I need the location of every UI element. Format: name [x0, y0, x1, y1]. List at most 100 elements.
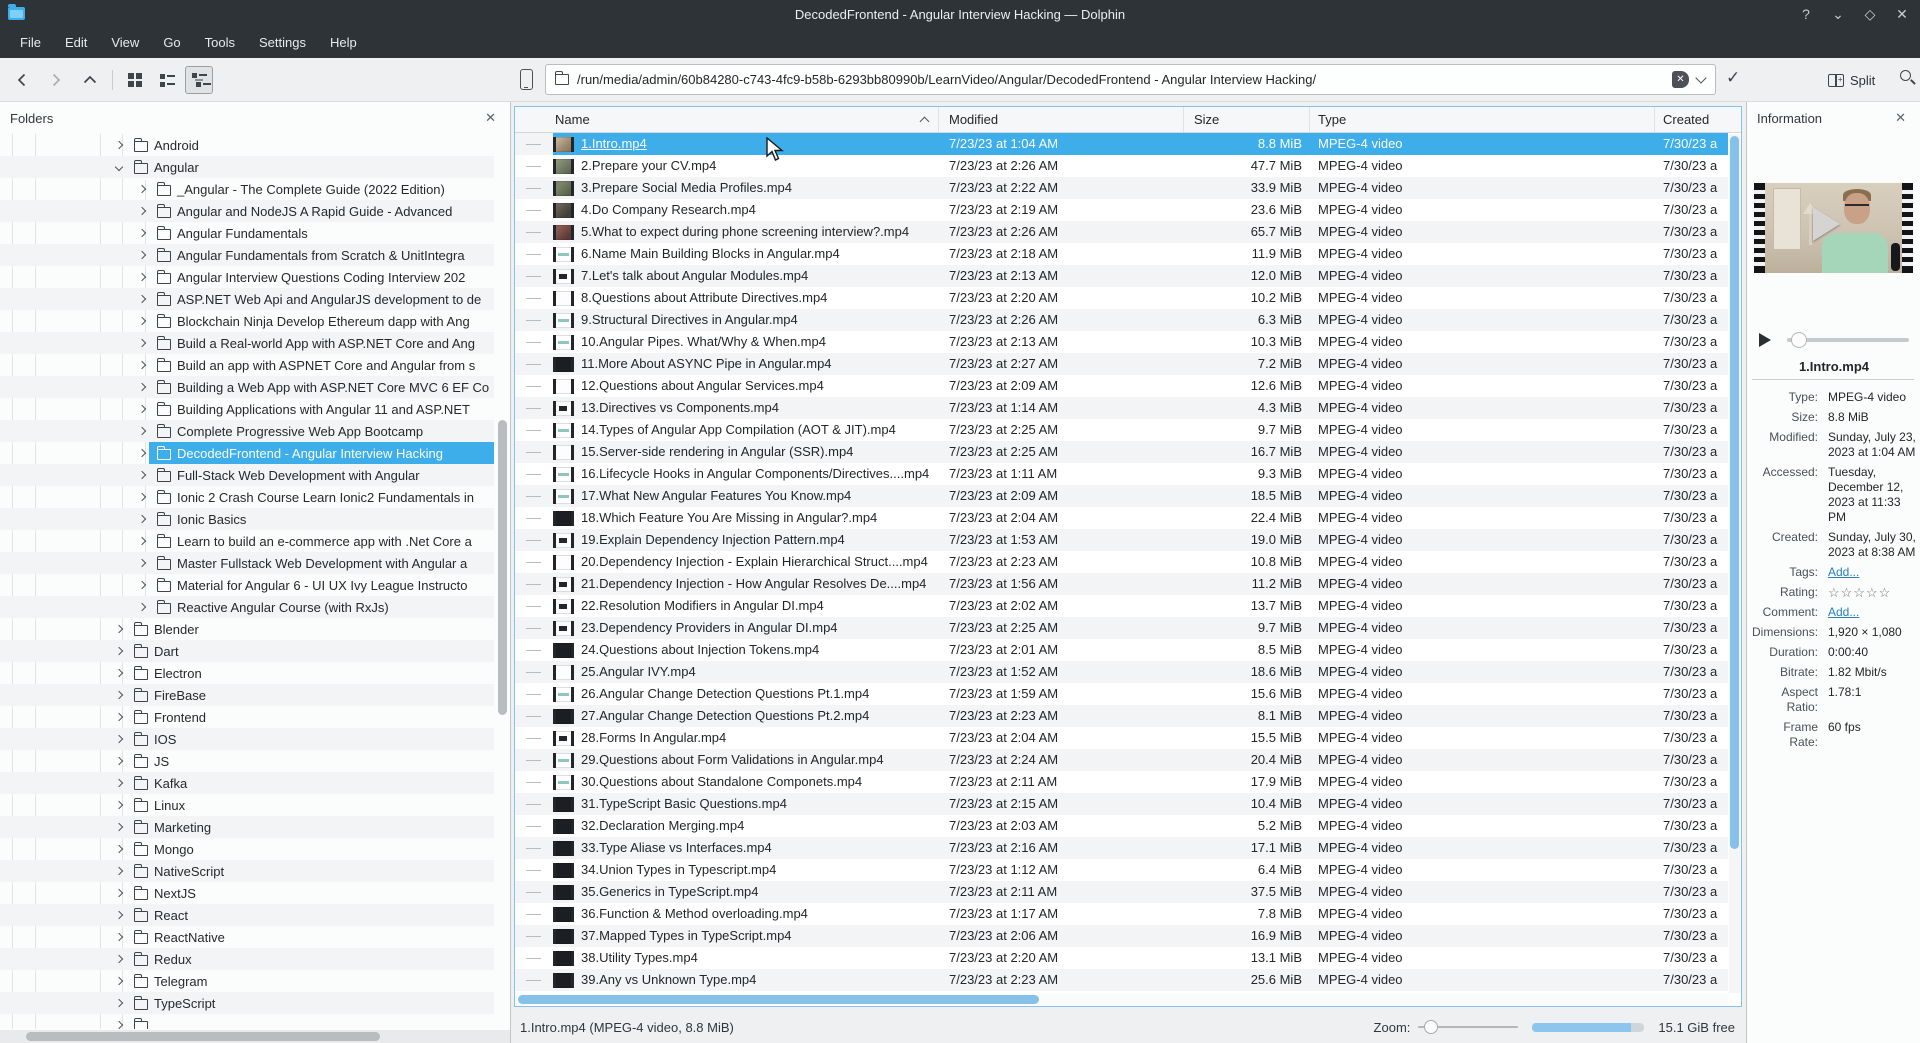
zoom-slider[interactable]	[1418, 1019, 1519, 1035]
file-row[interactable]: 9.Structural Directives in Angular.mp4 7…	[515, 309, 1728, 331]
expander-chevron-icon[interactable]	[114, 954, 124, 964]
menu-item-view[interactable]: View	[99, 28, 151, 58]
menu-item-file[interactable]: File	[8, 28, 53, 58]
file-row[interactable]: 3.Prepare Social Media Profiles.mp4 7/23…	[515, 177, 1728, 199]
column-header-size[interactable]: Size	[1184, 107, 1310, 132]
expander-chevron-icon[interactable]	[137, 294, 147, 304]
column-header-type[interactable]: Type	[1310, 107, 1655, 132]
sidebar-folder-item[interactable]: Complete Progressive Web App Bootcamp	[0, 420, 494, 442]
file-row[interactable]: 38.Utility Types.mp4 7/23/23 at 2:20 AM …	[515, 947, 1728, 969]
file-row[interactable]: 35.Generics in TypeScript.mp4 7/23/23 at…	[515, 881, 1728, 903]
expander-chevron-icon[interactable]	[137, 492, 147, 502]
menu-item-go[interactable]: Go	[151, 28, 192, 58]
expander-chevron-icon[interactable]	[114, 888, 124, 898]
add-link[interactable]: Add...	[1828, 565, 1916, 580]
video-preview-thumbnail[interactable]	[1754, 183, 1913, 273]
close-icon[interactable]: ✕	[485, 110, 496, 126]
sidebar-folder-item[interactable]: Angular	[0, 156, 494, 178]
expander-chevron-icon[interactable]	[114, 162, 124, 172]
expander-chevron-icon[interactable]	[114, 140, 124, 150]
sidebar-folder-item[interactable]	[0, 1014, 494, 1029]
icons-view-button[interactable]	[121, 66, 149, 94]
expander-chevron-icon[interactable]	[114, 976, 124, 986]
sidebar-folder-item[interactable]: ASP.NET Web Api and AngularJS developmen…	[0, 288, 494, 310]
sidebar-folder-item[interactable]: _Angular - The Complete Guide (2022 Edit…	[0, 178, 494, 200]
file-row[interactable]: 27.Angular Change Detection Questions Pt…	[515, 705, 1728, 727]
sidebar-folder-item[interactable]: Blockchain Ninja Develop Ethereum dapp w…	[0, 310, 494, 332]
expander-chevron-icon[interactable]	[137, 316, 147, 326]
help-button[interactable]: ?	[1798, 6, 1814, 22]
up-button[interactable]	[76, 66, 104, 94]
expander-chevron-icon[interactable]	[114, 1020, 124, 1029]
sidebar-folder-item[interactable]: Building a Web App with ASP.NET Core MVC…	[0, 376, 494, 398]
expander-chevron-icon[interactable]	[114, 800, 124, 810]
file-row[interactable]: 30.Questions about Standalone Componets.…	[515, 771, 1728, 793]
shade-button[interactable]: ⌄	[1830, 6, 1846, 23]
sidebar-folder-item[interactable]: NativeScript	[0, 860, 494, 882]
sidebar-folder-item[interactable]: DecodedFrontend - Angular Interview Hack…	[0, 442, 494, 464]
expander-chevron-icon[interactable]	[114, 844, 124, 854]
file-row[interactable]: 29.Questions about Form Validations in A…	[515, 749, 1728, 771]
expander-chevron-icon[interactable]	[114, 822, 124, 832]
sidebar-folder-item[interactable]: Mongo	[0, 838, 494, 860]
expander-chevron-icon[interactable]	[114, 668, 124, 678]
tree-view-button[interactable]	[185, 66, 213, 94]
file-row[interactable]: 18.Which Feature You Are Missing in Angu…	[515, 507, 1728, 529]
file-row[interactable]: 36.Function & Method overloading.mp4 7/2…	[515, 903, 1728, 925]
sidebar-folder-item[interactable]: Telegram	[0, 970, 494, 992]
file-row[interactable]: 12.Questions about Angular Services.mp4 …	[515, 375, 1728, 397]
expander-chevron-icon[interactable]	[137, 602, 147, 612]
expander-chevron-icon[interactable]	[114, 778, 124, 788]
expander-chevron-icon[interactable]	[137, 404, 147, 414]
expander-chevron-icon[interactable]	[137, 250, 147, 260]
sidebar-folder-item[interactable]: Build an app with ASPNET Core and Angula…	[0, 354, 494, 376]
close-icon[interactable]: ✕	[1895, 110, 1906, 126]
sidebar-folder-item[interactable]: Ionic 2 Crash Course Learn Ionic2 Fundam…	[0, 486, 494, 508]
sidebar-folder-item[interactable]: Blender	[0, 618, 494, 640]
sidebar-folder-item[interactable]: Kafka	[0, 772, 494, 794]
sidebar-folder-item[interactable]: Full-Stack Web Development with Angular	[0, 464, 494, 486]
seek-slider-handle[interactable]	[1791, 332, 1807, 348]
sidebar-folder-item[interactable]: Electron	[0, 662, 494, 684]
details-view-button[interactable]	[153, 66, 181, 94]
sidebar-folder-item[interactable]: Dart	[0, 640, 494, 662]
view-horizontal-scrollbar[interactable]	[516, 994, 1728, 1005]
sidebar-folder-item[interactable]: TypeScript	[0, 992, 494, 1014]
sidebar-folder-item[interactable]: Reactive Angular Course (with RxJs)	[0, 596, 494, 618]
expander-chevron-icon[interactable]	[114, 646, 124, 656]
zoom-slider-handle[interactable]	[1424, 1020, 1439, 1034]
sidebar-folder-item[interactable]: Android	[0, 134, 494, 156]
add-link[interactable]: Add...	[1828, 605, 1916, 620]
expander-chevron-icon[interactable]	[137, 448, 147, 458]
file-row[interactable]: 11.More About ASYNC Pipe in Angular.mp4 …	[515, 353, 1728, 375]
file-row[interactable]: 19.Explain Dependency Injection Pattern.…	[515, 529, 1728, 551]
menu-item-help[interactable]: Help	[318, 28, 369, 58]
sidebar-folder-item[interactable]: Angular and NodeJS A Rapid Guide - Advan…	[0, 200, 494, 222]
expander-chevron-icon[interactable]	[114, 712, 124, 722]
file-row[interactable]: 1.Intro.mp4 7/23/23 at 1:04 AM 8.8 MiB M…	[515, 133, 1728, 155]
expander-chevron-icon[interactable]	[114, 866, 124, 876]
sidebar-folder-item[interactable]: Ionic Basics	[0, 508, 494, 530]
sidebar-folder-item[interactable]: ReactNative	[0, 926, 494, 948]
file-row[interactable]: 7.Let's talk about Angular Modules.mp4 7…	[515, 265, 1728, 287]
expander-chevron-icon[interactable]	[137, 338, 147, 348]
expander-chevron-icon[interactable]	[137, 184, 147, 194]
file-row[interactable]: 28.Forms In Angular.mp4 7/23/23 at 2:04 …	[515, 727, 1728, 749]
view-vertical-scrollbar[interactable]	[1729, 134, 1740, 993]
sidebar-folder-item[interactable]: IOS	[0, 728, 494, 750]
file-row[interactable]: 8.Questions about Attribute Directives.m…	[515, 287, 1728, 309]
file-row[interactable]: 10.Angular Pipes. What/Why & When.mp4 7/…	[515, 331, 1728, 353]
expander-chevron-icon[interactable]	[137, 360, 147, 370]
file-row[interactable]: 31.TypeScript Basic Questions.mp4 7/23/2…	[515, 793, 1728, 815]
sidebar-folder-item[interactable]: Material for Angular 6 - UI UX Ivy Leagu…	[0, 574, 494, 596]
apply-check-icon[interactable]: ✓	[1726, 68, 1740, 88]
sidebar-folder-item[interactable]: FireBase	[0, 684, 494, 706]
file-row[interactable]: 34.Union Types in Typescript.mp4 7/23/23…	[515, 859, 1728, 881]
file-row[interactable]: 32.Declaration Merging.mp4 7/23/23 at 2:…	[515, 815, 1728, 837]
column-header-modified[interactable]: Modified	[939, 107, 1184, 132]
expander-chevron-icon[interactable]	[137, 206, 147, 216]
file-row[interactable]: 20.Dependency Injection - Explain Hierar…	[515, 551, 1728, 573]
file-row[interactable]: 4.Do Company Research.mp4 7/23/23 at 2:1…	[515, 199, 1728, 221]
column-header-created[interactable]: Created	[1655, 107, 1741, 132]
sidebar-folder-item[interactable]: Building Applications with Angular 11 an…	[0, 398, 494, 420]
